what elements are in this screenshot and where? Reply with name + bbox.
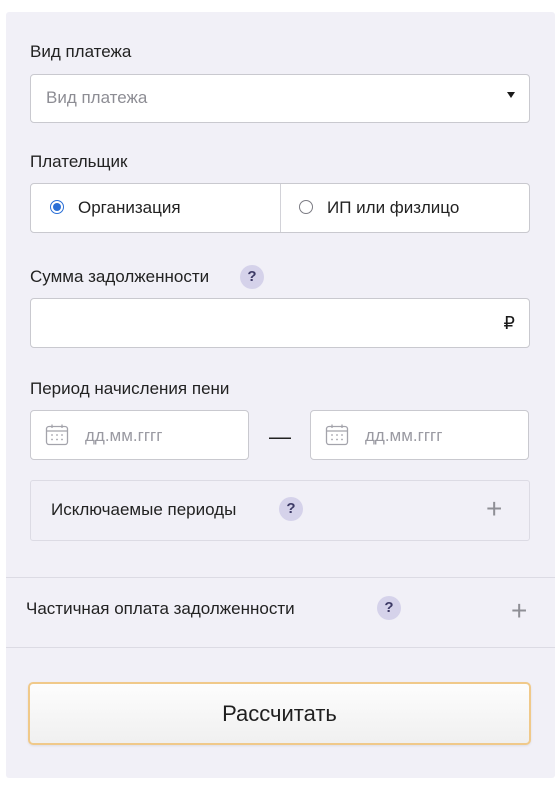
calendar-icon: [45, 424, 69, 446]
debt-amount-label: Сумма задолженности: [30, 267, 210, 286]
payer-option-organization[interactable]: Организация: [31, 184, 280, 232]
excluded-periods-add-icon[interactable]: +: [486, 495, 502, 523]
payer-segmented-control: Организация ИП или физлицо: [30, 183, 530, 233]
partial-payment-add-icon[interactable]: +: [511, 597, 527, 625]
payer-option-individual-label: ИП или физлицо: [327, 198, 460, 217]
period-to-placeholder: дд.мм.гггг: [365, 426, 443, 445]
period-from-placeholder: дд.мм.гггг: [85, 426, 163, 445]
partial-payment-help-icon[interactable]: ?: [377, 596, 401, 620]
debt-amount-help-icon[interactable]: ?: [240, 265, 264, 289]
radio-unchecked-icon: [299, 200, 313, 214]
payer-label: Плательщик: [30, 152, 128, 171]
payer-option-individual[interactable]: ИП или физлицо: [281, 184, 529, 232]
ruble-currency-icon: ₽: [503, 313, 515, 333]
period-from-date-input[interactable]: дд.мм.гггг: [30, 410, 249, 460]
payment-type-placeholder: Вид платежа: [46, 88, 148, 107]
debt-amount-input[interactable]: ₽: [30, 298, 530, 348]
payer-option-organization-label: Организация: [78, 198, 181, 217]
section-divider: [6, 577, 555, 578]
payment-type-label: Вид платежа: [30, 42, 132, 61]
payment-type-select[interactable]: Вид платежа: [30, 74, 530, 123]
period-to-date-input[interactable]: дд.мм.гггг: [310, 410, 529, 460]
radio-checked-icon: [50, 200, 64, 214]
section-divider: [6, 647, 555, 648]
penalty-period-label: Период начисления пени: [30, 379, 230, 398]
dropdown-arrow-icon: [507, 92, 515, 98]
period-separator: —: [269, 424, 291, 449]
excluded-periods-label: Исключаемые периоды: [51, 500, 237, 519]
calendar-icon: [325, 424, 349, 446]
excluded-periods-section[interactable]: Исключаемые периоды ? +: [30, 480, 530, 541]
excluded-periods-help-icon[interactable]: ?: [279, 497, 303, 521]
calculate-button[interactable]: Рассчитать: [28, 682, 531, 745]
partial-payment-label[interactable]: Частичная оплата задолженности: [26, 599, 295, 619]
